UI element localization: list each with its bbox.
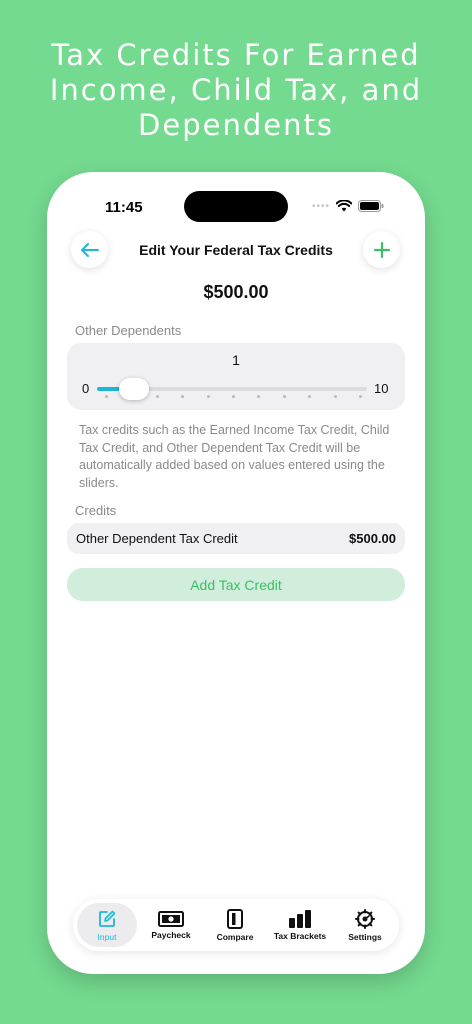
headline-line-3: Dependents bbox=[138, 108, 334, 142]
slider-tick bbox=[105, 395, 108, 398]
tab-label: Tax Brackets bbox=[273, 930, 327, 941]
slider-tick bbox=[257, 395, 261, 398]
slider-tick bbox=[181, 395, 185, 398]
signal-icon: •••• bbox=[312, 200, 331, 212]
slider-tick bbox=[155, 395, 159, 398]
add-button[interactable] bbox=[363, 231, 400, 268]
battery-icon bbox=[358, 200, 384, 212]
tab-input[interactable]: Input bbox=[77, 903, 137, 947]
status-icons: •••• bbox=[312, 200, 384, 212]
bar-chart-icon bbox=[289, 909, 311, 928]
plus-icon bbox=[373, 241, 390, 258]
slider-min-label: 0 bbox=[82, 381, 90, 396]
compare-icon bbox=[227, 908, 243, 929]
tab-compare[interactable]: Compare bbox=[205, 903, 265, 947]
credits-explanation: Tax credits such as the Earned Income Ta… bbox=[79, 423, 390, 490]
edit-icon bbox=[99, 910, 116, 927]
tab-label: Paycheck bbox=[151, 929, 191, 940]
headline-line-2: Income, Child Tax, and bbox=[49, 73, 423, 107]
slider-tick bbox=[333, 395, 337, 398]
dependents-label: Other Dependents bbox=[75, 323, 182, 338]
tab-paycheck[interactable]: Paycheck bbox=[139, 903, 203, 947]
slider-tick bbox=[308, 395, 312, 398]
tab-settings[interactable]: Settings bbox=[335, 903, 395, 947]
slider-tick bbox=[359, 395, 362, 398]
tab-bar: Input Paycheck Compare Tax Brackets Sett… bbox=[73, 899, 399, 951]
tab-label: Compare bbox=[216, 931, 254, 942]
headline-line-1: Tax Credits For Earned bbox=[51, 38, 421, 72]
add-tax-credit-button[interactable]: Add Tax Credit bbox=[67, 568, 405, 601]
tab-label: Input bbox=[97, 931, 117, 942]
dependents-slider-card: 1 0 10 bbox=[67, 343, 405, 410]
promo-headline: Tax Credits For Earned Income, Child Tax… bbox=[0, 38, 472, 143]
slider-tick bbox=[232, 395, 235, 398]
phone-screen: 11:45 •••• Edit Your Federal Tax Credits… bbox=[47, 172, 425, 974]
gear-icon bbox=[355, 908, 375, 929]
slider-thumb[interactable] bbox=[119, 378, 149, 400]
credit-row[interactable]: Other Dependent Tax Credit $500.00 bbox=[67, 523, 405, 554]
slider-value: 1 bbox=[232, 352, 240, 368]
slider-max-label: 10 bbox=[374, 381, 389, 396]
credits-label: Credits bbox=[75, 503, 117, 518]
total-credits: $500.00 bbox=[203, 282, 269, 302]
wifi-icon bbox=[336, 200, 353, 212]
status-time: 11:45 bbox=[105, 199, 143, 216]
credit-amount: $500.00 bbox=[349, 531, 396, 546]
slider-tick bbox=[282, 395, 286, 398]
credit-name: Other Dependent Tax Credit bbox=[76, 531, 238, 546]
tab-tax-brackets[interactable]: Tax Brackets bbox=[266, 903, 334, 947]
dynamic-island bbox=[184, 191, 288, 222]
slider-tick bbox=[206, 395, 210, 398]
banknote-icon bbox=[158, 910, 184, 927]
tab-label: Settings bbox=[348, 931, 382, 942]
